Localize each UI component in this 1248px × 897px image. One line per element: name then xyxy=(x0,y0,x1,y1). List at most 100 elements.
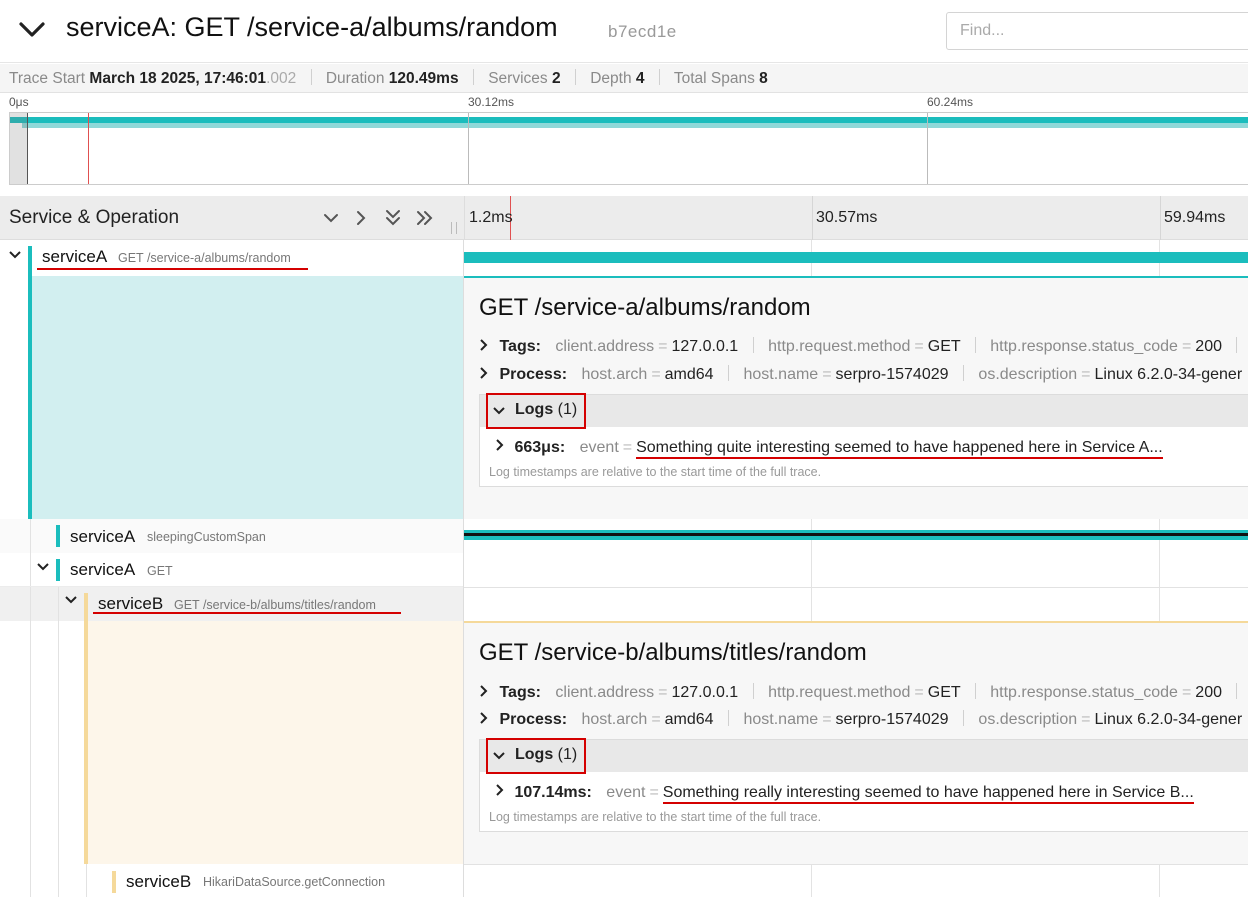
span-timeline-row[interactable] xyxy=(464,587,1248,621)
log-entry[interactable]: 663μs: event = Something quite interesting… xyxy=(495,438,1163,459)
total-spans-label: Total Spans xyxy=(673,70,755,87)
tag-value: 127.0.0.1 xyxy=(671,684,739,701)
tag-key: http.response.status_code xyxy=(990,684,1178,701)
chevron-right-icon[interactable] xyxy=(495,438,505,452)
span-detail-highlight xyxy=(88,621,464,864)
expand-one-icon[interactable] xyxy=(350,207,372,229)
chevron-down-icon[interactable] xyxy=(18,18,46,42)
tag-key: client.address xyxy=(555,684,655,701)
trace-start-ms: .002 xyxy=(266,70,297,87)
trace-minimap[interactable] xyxy=(9,112,1248,185)
span-row[interactable]: serviceB HikariDataSource.getConnection xyxy=(0,864,464,897)
chevron-right-icon[interactable] xyxy=(495,783,505,797)
span-timeline-row[interactable] xyxy=(464,864,1248,897)
logs-toggle[interactable]: Logs (1) xyxy=(480,393,1248,429)
tree-guide xyxy=(30,587,31,621)
chevron-down-icon[interactable] xyxy=(8,248,22,262)
timeline-gridline xyxy=(1159,865,1160,897)
row-divider xyxy=(464,587,1248,588)
span-service-name: serviceA xyxy=(42,247,108,266)
log-message: Something quite interesting seemed to ha… xyxy=(636,439,1163,459)
span-service-name: serviceB xyxy=(98,594,164,613)
tags-row[interactable]: Tags: client.address = 127.0.0.1 http.requ… xyxy=(479,683,1247,702)
minimap-tick: 0μs xyxy=(9,95,29,109)
span-bar[interactable] xyxy=(464,536,1248,540)
process-value: amd64 xyxy=(664,366,714,383)
timeline-tick: 30.57ms xyxy=(816,209,878,226)
service-color-bar xyxy=(56,559,60,581)
span-detail-left xyxy=(0,621,464,864)
logs-count: (1) xyxy=(557,746,578,763)
process-key: host.name xyxy=(743,366,819,383)
column-resizer[interactable] xyxy=(451,222,457,234)
span-operation-name: HikariDataSource.getConnection xyxy=(203,875,386,889)
tag-value: 127.0.0.1 xyxy=(671,338,739,355)
span-service-name: serviceB xyxy=(126,872,192,891)
span-row[interactable]: serviceA GET /service-a/albums/random xyxy=(0,240,464,276)
log-entry[interactable]: 107.14ms: event = Something really interes… xyxy=(495,783,1194,804)
tags-row[interactable]: Tags: client.address = 127.0.0.1 http.requ… xyxy=(479,337,1247,356)
depth-value: 4 xyxy=(635,70,645,87)
minimap-tick: 60.24ms xyxy=(927,95,974,109)
chevron-right-icon[interactable] xyxy=(479,684,489,698)
trace-title-bar: serviceA: GET /service-a/albums/random b… xyxy=(0,0,1248,63)
tree-guide xyxy=(86,864,87,897)
chevron-down-icon[interactable] xyxy=(493,750,505,762)
process-key: os.description xyxy=(978,711,1078,728)
span-timeline-row[interactable] xyxy=(464,240,1248,276)
process-value: serpro-1574029 xyxy=(835,711,949,728)
tree-guide xyxy=(58,864,59,897)
trace-start-value: March 18 2025, 17:46:01 xyxy=(89,70,267,87)
column-divider xyxy=(463,240,464,897)
tree-guide xyxy=(30,621,31,864)
chevron-right-icon[interactable] xyxy=(479,338,489,352)
tags-label: Tags: xyxy=(499,338,541,355)
log-message: Something really interesting seemed to h… xyxy=(662,784,1194,804)
collapse-one-icon[interactable] xyxy=(320,207,342,229)
chevron-down-icon[interactable] xyxy=(64,593,78,607)
tree-guide xyxy=(58,621,59,864)
tags-label: Tags: xyxy=(499,684,541,701)
tag-key: http.request.method xyxy=(768,684,911,701)
timeline-gridline xyxy=(1160,196,1161,240)
highlight-underline xyxy=(37,268,308,270)
collapse-all-icon[interactable] xyxy=(382,207,404,229)
span-bar[interactable] xyxy=(464,252,1248,263)
span-timeline-row[interactable] xyxy=(464,519,1248,553)
span-row[interactable]: serviceB GET /service-b/albums/titles/ra… xyxy=(0,587,464,621)
log-timestamp: 663μs: xyxy=(514,439,566,456)
duration-value: 120.49ms xyxy=(388,70,459,87)
chevron-down-icon[interactable] xyxy=(36,560,50,574)
trace-summary: Trace Start March 18 2025, 17:46:01.002 … xyxy=(0,64,1248,93)
process-row[interactable]: Process: host.arch = amd64 host.name = serpr… xyxy=(479,365,1242,384)
find-input[interactable] xyxy=(946,12,1248,50)
process-label: Process: xyxy=(499,366,568,383)
span-row[interactable]: serviceA sleepingCustomSpan xyxy=(0,519,464,553)
process-key: host.name xyxy=(743,711,819,728)
process-row[interactable]: Process: host.arch = amd64 host.name = serpr… xyxy=(479,710,1242,729)
chevron-right-icon[interactable] xyxy=(479,711,489,725)
chevron-down-icon[interactable] xyxy=(493,405,505,417)
minimap-viewing-window[interactable] xyxy=(10,113,28,184)
service-operation-label: Service & Operation xyxy=(9,207,180,228)
chevron-right-icon[interactable] xyxy=(479,366,489,380)
expand-all-icon[interactable] xyxy=(414,207,436,229)
tag-key: client.address xyxy=(555,338,655,355)
process-value: amd64 xyxy=(664,711,714,728)
minimap-span-bar xyxy=(22,123,1248,128)
divider xyxy=(574,69,576,85)
divider xyxy=(658,69,660,85)
process-key: host.arch xyxy=(581,366,648,383)
timeline-gridline xyxy=(811,865,812,897)
tag-value: 200 xyxy=(1195,684,1222,701)
timeline-tick: 1.2ms xyxy=(469,209,513,226)
timeline-gridline xyxy=(812,196,813,240)
span-row[interactable]: serviceA GET xyxy=(0,553,464,587)
trace-title: serviceA: GET /service-a/albums/random xyxy=(66,12,558,42)
tree-guide xyxy=(58,587,59,621)
logs-toggle[interactable]: Logs (1) xyxy=(480,738,1248,774)
logs-section: Logs (1) 107.14ms: event = Something reall… xyxy=(479,738,1248,832)
minimap-tick: 30.12ms xyxy=(468,95,515,109)
trace-start-label: Trace Start xyxy=(9,70,86,87)
span-service-name: serviceA xyxy=(70,560,136,579)
